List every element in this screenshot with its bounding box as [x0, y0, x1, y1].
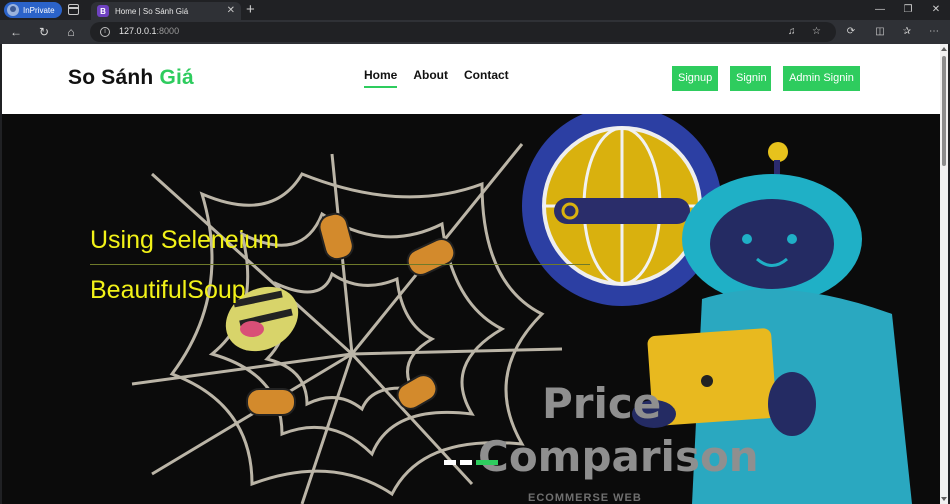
favorite-star-icon[interactable]: ☆ — [812, 26, 821, 38]
logo-text-main: So Sánh — [68, 66, 160, 89]
profile-avatar-icon — [7, 4, 19, 16]
hero-headline: Using Seleneium — [90, 226, 279, 254]
inprivate-badge[interactable]: InPrivate — [4, 2, 62, 18]
signup-button[interactable]: Signup — [672, 66, 718, 91]
carousel-indicator-active[interactable] — [476, 460, 498, 465]
read-aloud-icon[interactable]: ♫ — [788, 26, 796, 38]
image-title-comparison: Comparison — [478, 432, 759, 481]
browser-titlebar: InPrivate B Home | So Sánh Giá ✕ + — ❐ ✕ — [0, 0, 950, 20]
back-icon[interactable]: ← — [8, 24, 24, 40]
close-window-icon[interactable]: ✕ — [926, 2, 946, 18]
carousel-indicator[interactable] — [444, 460, 456, 465]
carousel-indicators — [444, 460, 498, 465]
page-viewport: So Sánh Giá Home About Contact Signup Si… — [2, 44, 948, 504]
page-scrollbar[interactable] — [940, 44, 948, 504]
image-title-price: Price — [542, 379, 662, 428]
hero-subheadline: BeautifulSoup — [90, 276, 246, 304]
image-subtitle: ECOMMERSE WEB — [528, 492, 642, 504]
tab-actions-icon[interactable] — [68, 4, 79, 15]
tab-close-icon[interactable]: ✕ — [227, 6, 235, 16]
split-screen-icon[interactable]: ◫ — [872, 25, 888, 39]
nav-about[interactable]: About — [413, 68, 448, 88]
url-port: :8000 — [156, 26, 180, 36]
logo-text-accent: Giá — [159, 66, 194, 89]
nav-contact[interactable]: Contact — [464, 68, 509, 88]
url-host: 127.0.0.1 — [119, 26, 157, 36]
scroll-up-icon[interactable] — [941, 47, 947, 51]
hero-divider — [90, 264, 590, 265]
home-icon[interactable]: ⌂ — [63, 24, 79, 40]
main-nav: Home About Contact — [364, 68, 509, 88]
hero-carousel: Using Seleneium BeautifulSoup Price Comp… — [2, 114, 940, 504]
site-info-icon[interactable]: i — [100, 27, 110, 37]
new-tab-icon[interactable]: + — [246, 1, 255, 19]
bootstrap-favicon-icon: B — [97, 5, 109, 17]
browser-toolbar: ← ↻ ⌂ i 127.0.0.1:8000 ♫ ☆ ⟳ ◫ ✰ ⋯ — [0, 20, 950, 44]
minimize-icon[interactable]: — — [870, 2, 890, 18]
address-bar[interactable]: i 127.0.0.1:8000 ♫ ☆ — [90, 22, 836, 42]
scroll-down-icon[interactable] — [941, 497, 947, 501]
scrollbar-thumb[interactable] — [942, 56, 946, 166]
restore-icon[interactable]: ❐ — [898, 2, 918, 18]
site-header: So Sánh Giá Home About Contact Signup Si… — [2, 44, 940, 114]
reload-icon[interactable]: ↻ — [36, 24, 52, 40]
site-logo[interactable]: So Sánh Giá — [68, 66, 194, 90]
signin-button[interactable]: Signin — [730, 66, 771, 91]
inprivate-label: InPrivate — [23, 5, 55, 15]
carousel-indicator[interactable] — [460, 460, 472, 465]
admin-signin-button[interactable]: Admin Signin — [783, 66, 860, 91]
browser-tab[interactable]: B Home | So Sánh Giá ✕ — [91, 2, 241, 20]
url-text: 127.0.0.1:8000 — [119, 26, 179, 36]
favorites-icon[interactable]: ✰ — [899, 25, 915, 39]
tab-title: Home | So Sánh Giá — [115, 6, 189, 16]
refresh-icon[interactable]: ⟳ — [843, 25, 859, 39]
more-menu-icon[interactable]: ⋯ — [926, 25, 942, 39]
hero-illustration — [131, 114, 912, 504]
nav-home[interactable]: Home — [364, 68, 398, 88]
